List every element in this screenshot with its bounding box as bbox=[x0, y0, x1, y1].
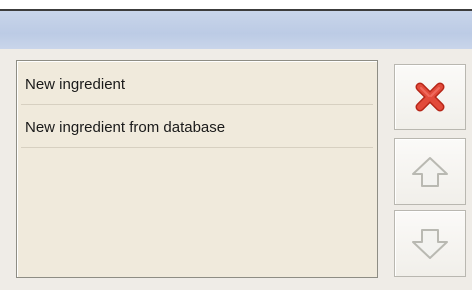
ingredient-list[interactable]: New ingredient New ingredient from datab… bbox=[16, 60, 378, 278]
list-item-new-ingredient[interactable]: New ingredient bbox=[21, 64, 373, 105]
red-x-icon bbox=[395, 65, 465, 129]
arrow-down-icon bbox=[395, 211, 465, 276]
title-bar bbox=[0, 11, 472, 49]
move-down-button[interactable] bbox=[394, 210, 466, 277]
list-item-new-ingredient-from-database[interactable]: New ingredient from database bbox=[21, 107, 373, 148]
move-up-button[interactable] bbox=[394, 138, 466, 205]
delete-button[interactable] bbox=[394, 64, 466, 130]
arrow-up-icon bbox=[395, 139, 465, 204]
